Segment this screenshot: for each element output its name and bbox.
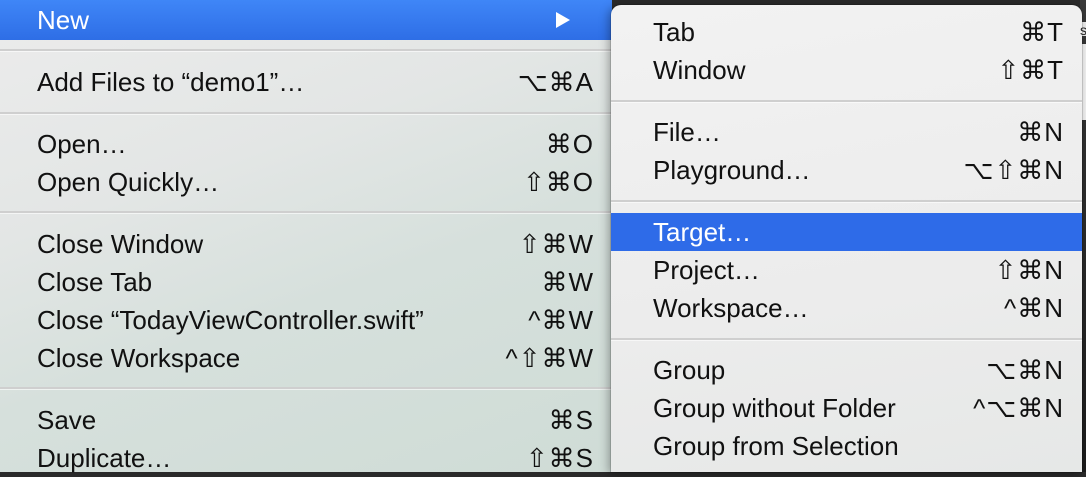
menu-item-close-window[interactable]: Close Window ⇧⌘W bbox=[0, 225, 612, 263]
menu-item-label: Target… bbox=[653, 216, 752, 247]
menu-separator bbox=[0, 211, 612, 213]
submenu-item-tab[interactable]: Tab ⌘T bbox=[611, 13, 1082, 51]
menu-item-shortcut: ⇧⌘O bbox=[522, 166, 594, 197]
menu-item-shortcut: ^⌘W bbox=[528, 304, 594, 335]
menu-item-shortcut: ⌘W bbox=[541, 266, 594, 297]
menu-item-open[interactable]: Open… ⌘O bbox=[0, 125, 612, 163]
submenu-item-group-without-folder[interactable]: Group without Folder ^⌥⌘N bbox=[611, 389, 1082, 427]
submenu-arrow-icon bbox=[556, 12, 570, 28]
menu-item-label: Playground… bbox=[653, 154, 811, 185]
menu-item-label: Window bbox=[653, 54, 746, 85]
menu-item-add-files[interactable]: Add Files to “demo1”… ⌥⌘A bbox=[0, 63, 612, 101]
menu-item-shortcut: ⇧⌘N bbox=[994, 254, 1064, 285]
submenu-item-group-from-selection[interactable]: Group from Selection bbox=[611, 427, 1082, 465]
menu-separator bbox=[611, 200, 1082, 202]
background-window-text: s bbox=[1080, 22, 1086, 38]
menu-item-shortcut: ⌘S bbox=[548, 404, 594, 435]
menu-item-new[interactable]: New bbox=[0, 0, 612, 40]
menu-item-label: Workspace… bbox=[653, 292, 809, 323]
menu-item-shortcut: ⌥⌘A bbox=[517, 66, 594, 97]
submenu-item-window[interactable]: Window ⇧⌘T bbox=[611, 51, 1082, 89]
menu-item-shortcut: ⌥⌘N bbox=[986, 354, 1064, 385]
menu-separator bbox=[0, 49, 612, 51]
menu-item-shortcut: ^⌥⌘N bbox=[973, 392, 1064, 423]
new-submenu: Tab ⌘T Window ⇧⌘T File… ⌘N Playground… ⌥… bbox=[611, 5, 1082, 472]
menu-item-label: New bbox=[37, 4, 90, 35]
menu-item-label: File… bbox=[653, 116, 721, 147]
menu-separator bbox=[0, 112, 612, 114]
submenu-item-group[interactable]: Group ⌥⌘N bbox=[611, 351, 1082, 389]
menu-separator bbox=[611, 338, 1082, 340]
menu-item-label: Close Workspace bbox=[37, 342, 241, 373]
menu-item-shortcut: ⌘T bbox=[1020, 16, 1064, 47]
menu-separator bbox=[0, 387, 612, 389]
menu-item-save[interactable]: Save ⌘S bbox=[0, 401, 612, 439]
menu-item-label: Duplicate… bbox=[37, 442, 172, 473]
menu-item-label: Add Files to “demo1”… bbox=[37, 66, 305, 97]
submenu-item-file[interactable]: File… ⌘N bbox=[611, 113, 1082, 151]
menu-item-close-tab[interactable]: Close Tab ⌘W bbox=[0, 263, 612, 301]
menu-item-shortcut: ⌘O bbox=[545, 128, 594, 159]
menu-item-label: Open… bbox=[37, 128, 127, 159]
menu-item-label: Group bbox=[653, 354, 726, 385]
menu-separator bbox=[611, 100, 1082, 102]
menu-item-open-quickly[interactable]: Open Quickly… ⇧⌘O bbox=[0, 163, 612, 201]
menu-item-shortcut: ⌘N bbox=[1017, 116, 1064, 147]
file-menu: New Add Files to “demo1”… ⌥⌘A Open… ⌘O O… bbox=[0, 0, 612, 473]
submenu-item-target[interactable]: Target… bbox=[611, 213, 1082, 251]
menu-item-label: Close “TodayViewController.swift” bbox=[37, 304, 424, 335]
menu-item-shortcut: ^⇧⌘W bbox=[505, 342, 594, 373]
menu-item-shortcut: ^⌘N bbox=[1004, 292, 1064, 323]
menu-item-shortcut: ⇧⌘S bbox=[525, 442, 594, 473]
menu-item-label: Close Tab bbox=[37, 266, 153, 297]
menu-item-label: Group without Folder bbox=[653, 392, 896, 423]
menu-item-label: Save bbox=[37, 404, 97, 435]
menu-item-close-file[interactable]: Close “TodayViewController.swift” ^⌘W bbox=[0, 301, 612, 339]
menu-item-label: Open Quickly… bbox=[37, 166, 220, 197]
menu-item-label: Group from Selection bbox=[653, 430, 899, 461]
menu-item-duplicate[interactable]: Duplicate… ⇧⌘S bbox=[0, 439, 612, 477]
menu-item-label: Tab bbox=[653, 16, 695, 47]
submenu-item-workspace[interactable]: Workspace… ^⌘N bbox=[611, 289, 1082, 327]
menu-item-shortcut: ⇧⌘T bbox=[997, 54, 1064, 85]
menu-item-label: Project… bbox=[653, 254, 760, 285]
menu-item-label: Close Window bbox=[37, 228, 204, 259]
submenu-item-project[interactable]: Project… ⇧⌘N bbox=[611, 251, 1082, 289]
menu-item-close-workspace[interactable]: Close Workspace ^⇧⌘W bbox=[0, 339, 612, 377]
menu-item-shortcut: ⌥⇧⌘N bbox=[963, 154, 1064, 185]
submenu-item-playground[interactable]: Playground… ⌥⇧⌘N bbox=[611, 151, 1082, 189]
menu-item-shortcut: ⇧⌘W bbox=[518, 228, 594, 259]
